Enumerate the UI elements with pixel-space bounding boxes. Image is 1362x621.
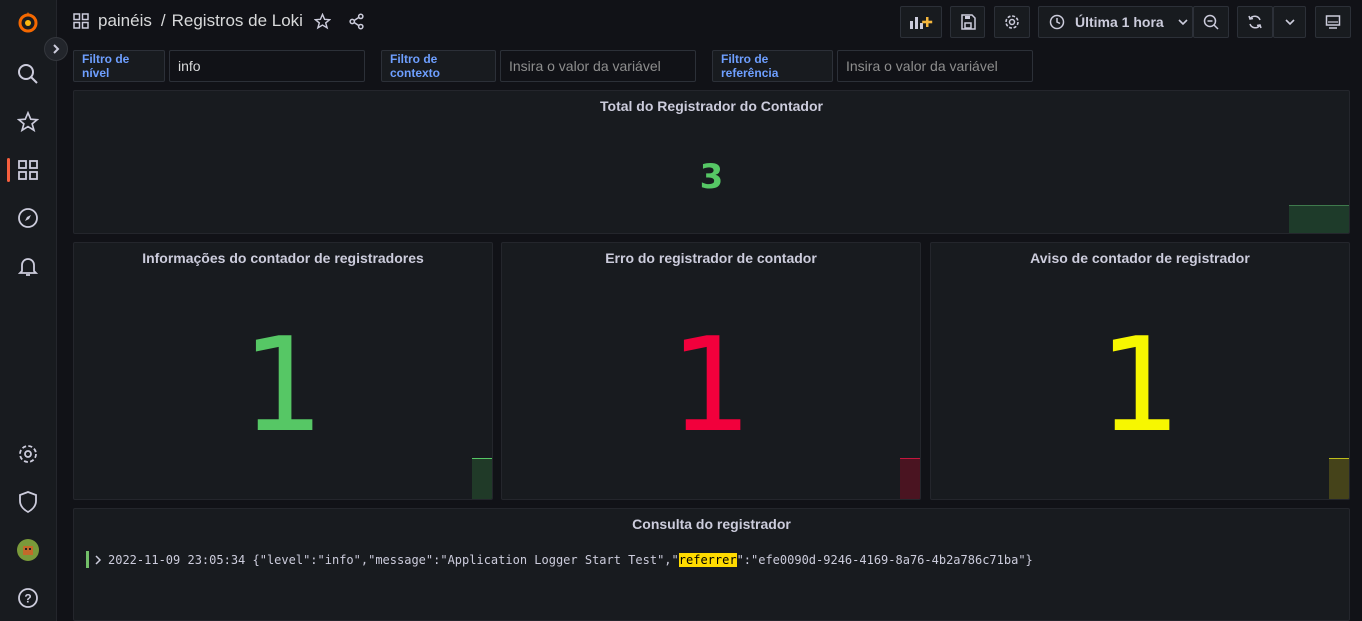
- dashboard-settings-button[interactable]: [994, 6, 1030, 38]
- stat-value: 1: [1098, 309, 1182, 461]
- monitor-icon: [1325, 15, 1341, 29]
- panel-title[interactable]: Erro do registrador de contador: [502, 250, 920, 266]
- sidebar: ?: [0, 0, 57, 621]
- chevron-right-icon: [53, 44, 60, 54]
- sparkline: [472, 458, 492, 499]
- chevron-right-icon[interactable]: [94, 554, 102, 565]
- configuration-icon[interactable]: [16, 442, 40, 466]
- breadcrumb-separator: /: [160, 11, 166, 30]
- log-highlight: referrer: [678, 552, 737, 567]
- panel-info-counter[interactable]: Informações do contador de registradores…: [73, 242, 493, 500]
- star-icon[interactable]: [16, 110, 40, 134]
- chevron-down-icon: [1284, 19, 1295, 26]
- zoom-out-icon: [1203, 14, 1219, 30]
- sparkline: [900, 458, 920, 499]
- clock-icon: [1049, 14, 1065, 30]
- context-filter-input[interactable]: Insira o valor da variável: [500, 50, 696, 82]
- sparkline: [1329, 458, 1349, 499]
- variable-label-context: Filtro de contexto: [381, 50, 496, 82]
- time-picker-button[interactable]: Última 1 hora: [1038, 6, 1193, 38]
- panel-title[interactable]: Total do Registrador do Contador: [74, 98, 1349, 114]
- referrer-filter-input[interactable]: Insira o valor da variável: [837, 50, 1033, 82]
- share-icon[interactable]: [348, 13, 365, 30]
- svg-text:?: ?: [24, 592, 31, 606]
- zoom-out-button[interactable]: [1193, 6, 1229, 38]
- view-mode-button[interactable]: [1315, 6, 1351, 38]
- variable-label-referrer: Filtro de referência: [712, 50, 833, 82]
- time-range-label: Última 1 hora: [1075, 14, 1164, 30]
- expand-menu-button[interactable]: [44, 37, 68, 61]
- save-icon: [960, 14, 976, 30]
- server-admin-icon[interactable]: [16, 490, 40, 514]
- chevron-down-icon: [1178, 19, 1188, 26]
- sparkline: [1289, 205, 1349, 233]
- dashboard-title[interactable]: Registros de Loki: [172, 11, 303, 31]
- top-navbar: painéis / Registros de Loki Última 1 hor…: [57, 0, 1362, 44]
- search-icon[interactable]: [16, 62, 40, 86]
- alerting-icon[interactable]: [16, 254, 40, 278]
- gear-icon: [1005, 15, 1019, 29]
- panel-title[interactable]: Aviso de contador de registrador: [931, 250, 1349, 266]
- log-message-start: {"level":"info","message":"Application L…: [245, 552, 679, 567]
- help-icon[interactable]: ?: [16, 586, 40, 610]
- panel-warn-counter[interactable]: Aviso de contador de registrador 1: [930, 242, 1350, 500]
- log-timestamp: 2022-11-09 23:05:34: [108, 552, 246, 567]
- variable-label-level: Filtro de nível: [73, 50, 165, 82]
- refresh-interval-dropdown[interactable]: [1273, 6, 1306, 38]
- breadcrumb-folder[interactable]: painéis: [98, 11, 152, 31]
- log-message-end: ":"efe0090d-9246-4169-8a76-4b2a786c71ba"…: [736, 552, 1033, 567]
- save-dashboard-button[interactable]: [950, 6, 985, 38]
- grafana-logo-icon[interactable]: [16, 10, 40, 34]
- dashboards-icon: [73, 13, 89, 29]
- panel-total-counter[interactable]: Total do Registrador do Contador 3: [73, 90, 1350, 234]
- user-avatar[interactable]: [16, 538, 40, 562]
- stat-value: 1: [241, 309, 325, 461]
- panel-logs[interactable]: Consulta do registrador 2022-11-09 23:05…: [73, 508, 1350, 621]
- breadcrumb: painéis / Registros de Loki: [73, 11, 365, 31]
- refresh-button[interactable]: [1237, 6, 1273, 38]
- panel-title[interactable]: Informações do contador de registradores: [74, 250, 492, 266]
- stat-value: 3: [699, 157, 724, 197]
- level-filter-input[interactable]: info: [169, 50, 365, 82]
- dashboards-icon[interactable]: [16, 158, 40, 182]
- add-panel-button[interactable]: [900, 6, 942, 38]
- refresh-icon: [1248, 15, 1262, 29]
- stat-value: 1: [669, 309, 753, 461]
- panel-title[interactable]: Consulta do registrador: [74, 516, 1349, 532]
- panel-error-counter[interactable]: Erro do registrador de contador 1: [501, 242, 921, 500]
- active-indicator: [7, 158, 10, 182]
- star-icon[interactable]: [313, 12, 331, 30]
- log-level-indicator: [86, 551, 89, 568]
- explore-icon[interactable]: [16, 206, 40, 230]
- log-row[interactable]: 2022-11-09 23:05:34 {"level":"info","mes…: [86, 551, 1033, 568]
- add-panel-icon: [910, 17, 933, 29]
